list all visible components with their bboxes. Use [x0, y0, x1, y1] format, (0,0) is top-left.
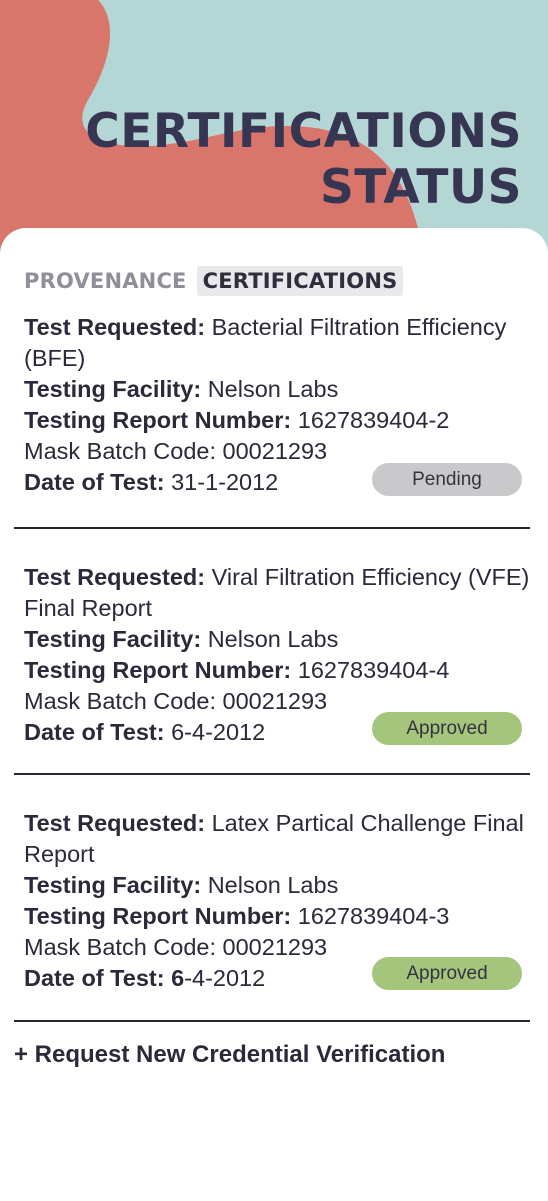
date-of-test-value-bold: 6: [171, 965, 185, 991]
date-of-test-label: Date of Test:: [24, 965, 165, 991]
date-of-test-value: -4-2012: [184, 965, 266, 991]
batch-code-value: 00021293: [222, 438, 328, 464]
status-badge-pending[interactable]: Pending: [372, 463, 522, 496]
date-of-test-label: Date of Test:: [24, 469, 165, 495]
batch-code-value: 00021293: [222, 934, 328, 960]
status-badge-approved[interactable]: Approved: [372, 957, 522, 990]
tab-certifications[interactable]: CERTIFICATIONS: [196, 266, 404, 296]
date-of-test-value: 31-1-2012: [171, 469, 279, 495]
report-number-label: Testing Report Number:: [24, 903, 292, 929]
date-of-test-label: Date of Test:: [24, 719, 165, 745]
testing-facility-label: Testing Facility:: [24, 872, 202, 898]
certification-entry: Test Requested: Latex Partical Challenge…: [0, 775, 548, 1020]
tab-bar: PROVENANCE CERTIFICATIONS: [24, 266, 404, 296]
date-of-test-value: 6-4-2012: [171, 719, 266, 745]
certification-list: Test Requested: Bacterial Filtration Eff…: [0, 308, 548, 1022]
testing-facility-line: Testing Facility: Nelson Labs: [24, 374, 534, 405]
tab-provenance[interactable]: PROVENANCE: [24, 266, 193, 296]
testing-facility-label: Testing Facility:: [24, 626, 202, 652]
status-badge-approved[interactable]: Approved: [372, 712, 522, 745]
batch-code-label: Mask Batch Code:: [24, 688, 217, 714]
report-number-line: Testing Report Number: 1627839404-4: [24, 655, 534, 686]
report-number-line: Testing Report Number: 1627839404-2: [24, 405, 534, 436]
testing-facility-value: Nelson Labs: [207, 626, 339, 652]
report-number-label: Testing Report Number:: [24, 657, 292, 683]
title-line-1: CERTIFICATIONS: [85, 104, 522, 159]
testing-facility-value: Nelson Labs: [207, 872, 339, 898]
batch-code-label: Mask Batch Code:: [24, 438, 217, 464]
report-number-value: 1627839404-3: [297, 903, 450, 929]
report-number-line: Testing Report Number: 1627839404-3: [24, 901, 534, 932]
test-requested-label: Test Requested:: [24, 810, 206, 836]
batch-code-value: 00021293: [222, 688, 328, 714]
divider: [14, 1020, 530, 1022]
report-number-value: 1627839404-2: [297, 407, 450, 433]
page-title: CERTIFICATIONS STATUS: [85, 104, 522, 216]
test-requested-line: Test Requested: Bacterial Filtration Eff…: [24, 312, 534, 374]
certification-entry: Test Requested: Bacterial Filtration Eff…: [0, 308, 548, 527]
testing-facility-label: Testing Facility:: [24, 376, 202, 402]
test-requested-label: Test Requested:: [24, 314, 206, 340]
test-requested-line: Test Requested: Latex Partical Challenge…: [24, 808, 534, 870]
content-card: PROVENANCE CERTIFICATIONS Test Requested…: [0, 228, 548, 1201]
test-requested-label: Test Requested:: [24, 564, 206, 590]
test-requested-line: Test Requested: Viral Filtration Efficie…: [24, 562, 534, 624]
report-number-label: Testing Report Number:: [24, 407, 292, 433]
testing-facility-value: Nelson Labs: [207, 376, 339, 402]
report-number-value: 1627839404-4: [297, 657, 450, 683]
title-line-2: STATUS: [319, 160, 522, 215]
testing-facility-line: Testing Facility: Nelson Labs: [24, 870, 534, 901]
testing-facility-line: Testing Facility: Nelson Labs: [24, 624, 534, 655]
certification-entry: Test Requested: Viral Filtration Efficie…: [0, 529, 548, 773]
batch-code-label: Mask Batch Code:: [24, 934, 217, 960]
request-verification-button[interactable]: + Request New Credential Verification: [14, 1041, 445, 1069]
